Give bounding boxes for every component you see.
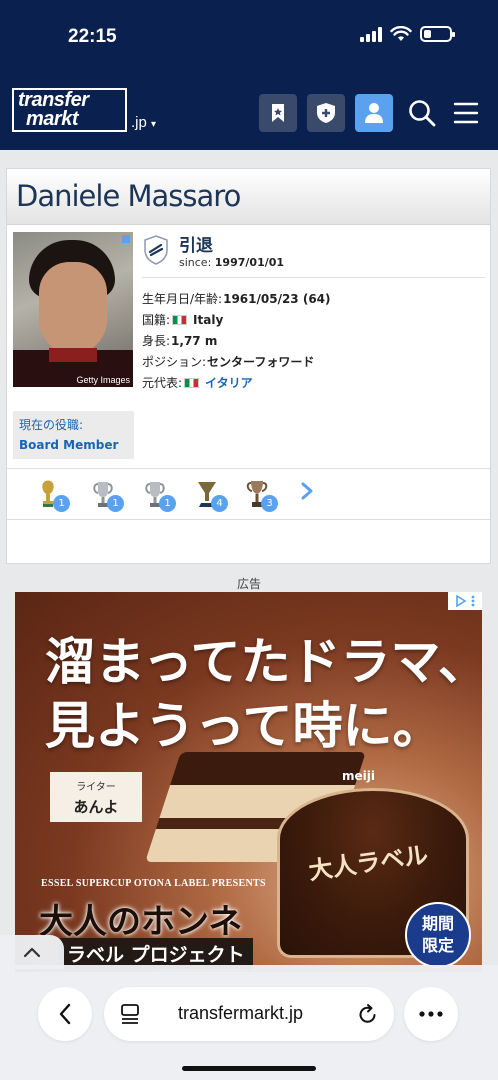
retired-crest-icon (144, 235, 168, 265)
league-title-trophy[interactable]: 4 (195, 479, 229, 513)
champions-league-trophy-1[interactable]: 1 (91, 479, 125, 513)
italy-flag-icon (172, 314, 188, 325)
photo-credit: Getty Images (76, 375, 130, 385)
more-vertical-icon (471, 595, 475, 607)
shield-plus-icon (317, 103, 335, 123)
chevron-up-icon (23, 947, 41, 958)
trophy-count: 1 (159, 495, 176, 512)
adchoices-icon (456, 595, 467, 607)
italy-flag-icon (184, 377, 200, 388)
user-icon (365, 103, 383, 123)
chevron-left-icon (59, 1003, 71, 1025)
hamburger-menu-icon (453, 102, 479, 124)
ad-presents: ESSEL SUPERCUP OTONA LABEL PRESENTS (41, 878, 266, 889)
cellular-signal-icon (360, 26, 382, 42)
player-name-header: Daniele Massaro (7, 169, 490, 225)
ad-brand: meiji (342, 769, 375, 783)
ad-choices[interactable] (448, 592, 482, 610)
menu-button[interactable] (447, 94, 485, 132)
national-team-link[interactable]: イタリア (205, 374, 253, 391)
role-value[interactable]: Board Member (19, 438, 128, 452)
status-icons (360, 26, 455, 42)
ad-big-text: 大人のホンネ (39, 902, 243, 942)
page-menu-icon[interactable] (120, 1004, 140, 1024)
cup-trophy[interactable]: 3 (245, 479, 279, 513)
search-icon (409, 100, 436, 127)
fact-birthdate-age: 生年月日/年齢: 1961/05/23 (64) (142, 291, 331, 307)
player-name: Daniele Massaro (16, 179, 242, 213)
current-role: 現在の役職: Board Member (13, 411, 134, 459)
trophies-next-arrow[interactable] (300, 481, 314, 507)
fact-nationality: 国籍: Italy (142, 312, 224, 328)
ad-headline-1: 溜まってたドラマ、 (45, 632, 482, 691)
reload-icon[interactable] (358, 1003, 378, 1025)
status-time: 22:15 (68, 26, 117, 47)
role-title: 現在の役職: (19, 418, 84, 432)
player-first-name: Daniele (16, 179, 120, 213)
more-options-button[interactable] (404, 987, 458, 1041)
advertisement-banner[interactable]: 溜まってたドラマ、 見ようって時に。 ライター あんよ meiji 大人ラベル … (15, 592, 482, 972)
fact-national-team: 元代表: イタリア (142, 374, 253, 391)
retired-since: since: 1997/01/01 (179, 256, 285, 269)
fact-position: ポジション: センターフォワード (142, 355, 315, 369)
player-status: 引退 (179, 236, 213, 256)
home-indicator (182, 1066, 316, 1071)
player-last-name: Massaro (127, 179, 242, 213)
trophy-count: 1 (53, 495, 70, 512)
collapse-toolbar-button[interactable] (0, 935, 64, 969)
chevron-right-icon (301, 482, 313, 500)
fact-height: 身長: 1,77 m (142, 333, 218, 349)
transfermarkt-logo[interactable]: transfer markt (12, 88, 127, 132)
champions-league-trophy-2[interactable]: 1 (143, 479, 177, 513)
trophy-row: 1 1 1 4 3 (7, 468, 490, 520)
back-button[interactable] (38, 987, 92, 1041)
trophy-count: 4 (211, 495, 228, 512)
ad-label: 広告 (236, 577, 261, 591)
ad-limited-badge: 期間 限定 (405, 902, 471, 968)
battery-icon (420, 26, 455, 42)
chevron-down-icon: ▾ (151, 119, 157, 130)
account-button[interactable] (355, 94, 393, 132)
player-facts: 生年月日/年齢: 1961/05/23 (64) 国籍: Italy 身長: 1… (142, 288, 331, 393)
more-horizontal-icon (419, 1011, 443, 1017)
divider (142, 277, 485, 278)
trophy-count: 3 (261, 495, 278, 512)
player-photo[interactable]: Getty Images (13, 232, 133, 387)
trophy-count: 1 (107, 495, 124, 512)
bookmark-button[interactable] (259, 94, 297, 132)
ad-writer-box: ライター あんよ (50, 772, 142, 822)
info-icon[interactable] (122, 235, 130, 243)
url-text: transfermarkt.jp (178, 1003, 304, 1023)
site-header: 22:15 transfer markt .jp ▾ (0, 0, 498, 150)
address-bar[interactable]: transfermarkt.jp (104, 987, 394, 1041)
player-profile-card: Daniele Massaro Getty Images 引退 since: 1… (6, 168, 491, 564)
search-button[interactable] (403, 94, 441, 132)
ad-headline-2: 見ようって時に。 (45, 696, 443, 755)
bookmark-icon (272, 104, 284, 122)
club-shield-button[interactable] (307, 94, 345, 132)
ad-cup-text: 大人ラベル (306, 839, 430, 886)
wifi-icon (390, 26, 412, 41)
world-cup-trophy[interactable]: 1 (37, 479, 71, 513)
domain-selector[interactable]: .jp ▾ (131, 114, 156, 131)
